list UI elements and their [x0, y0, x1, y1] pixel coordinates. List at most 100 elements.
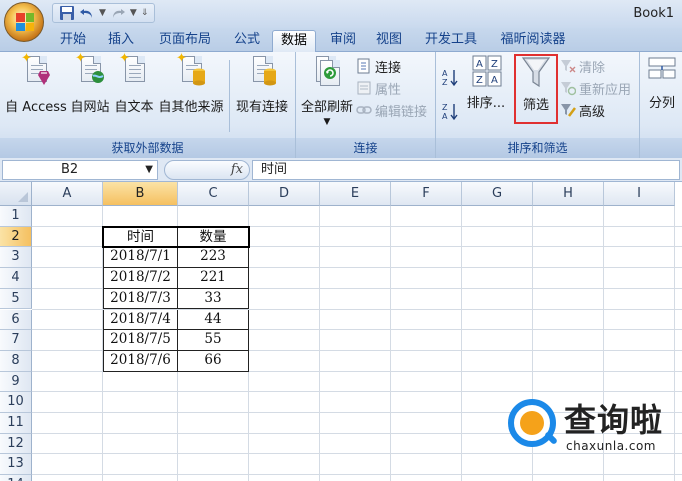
redo-dropdown-icon[interactable]: ▼ [130, 8, 137, 18]
table-cell[interactable]: 2018/7/3 [103, 288, 178, 310]
sort-button[interactable]: AZZA 排序... [462, 54, 510, 111]
table-cell[interactable]: 66 [178, 350, 249, 372]
formula-bar: B2 ▼ fx 时间 [0, 158, 682, 182]
ribbon-tabs: 开始 插入 页面布局 公式 数据 审阅 视图 开发工具 福昕阅读器 [0, 28, 682, 52]
column-header-a[interactable]: A [32, 182, 103, 206]
table-cell[interactable]: 44 [178, 309, 249, 331]
name-box[interactable]: B2 ▼ [2, 160, 158, 180]
tab-review[interactable]: 审阅 [322, 30, 364, 52]
table-header-cell[interactable]: 数量 [178, 226, 249, 248]
row-header-2[interactable]: 2 [0, 226, 32, 248]
row-header-13[interactable]: 13 [0, 454, 32, 476]
row-header-11[interactable]: 11 [0, 413, 32, 434]
save-icon[interactable] [59, 5, 75, 21]
tab-developer[interactable]: 开发工具 [416, 30, 486, 52]
select-all-button[interactable] [0, 182, 32, 206]
column-header-g[interactable]: G [462, 182, 533, 206]
column-header-f[interactable]: F [391, 182, 462, 206]
svg-text:Z: Z [491, 59, 498, 70]
row-header-10[interactable]: 10 [0, 392, 32, 413]
edit-links-button[interactable]: 编辑链接 [356, 100, 427, 120]
reapply-icon [560, 80, 577, 96]
svg-text:A: A [442, 112, 448, 121]
text-to-columns-icon [647, 54, 677, 88]
column-header-b[interactable]: B [103, 182, 178, 206]
office-button[interactable] [4, 2, 44, 42]
table-cell[interactable]: 221 [178, 268, 249, 289]
table-cell[interactable]: 2018/7/2 [103, 268, 178, 289]
row-header-14[interactable]: 14 [0, 475, 32, 481]
svg-text:A: A [442, 69, 448, 78]
column-header-d[interactable]: D [249, 182, 320, 206]
table-cell[interactable]: 2018/7/6 [103, 350, 178, 372]
sort-ascending-button[interactable]: AZ [442, 66, 458, 87]
chaxunla-logo-icon [508, 399, 556, 447]
row-header-7[interactable]: 7 [0, 330, 32, 351]
name-box-dropdown-icon[interactable]: ▼ [145, 161, 153, 179]
row-header-8[interactable]: 8 [0, 350, 32, 372]
chain-link-icon [356, 102, 372, 118]
tab-insert[interactable]: 插入 [100, 30, 142, 52]
from-text-button[interactable]: ✦ 自文本 [112, 52, 156, 115]
row-header-5[interactable]: 5 [0, 288, 32, 310]
tab-formulas[interactable]: 公式 [226, 30, 268, 52]
ribbon: ✦ 自 Access ✦ 自网站 ✦ 自文本 ✦ 自其他来源 现有连接 获取外部… [0, 52, 682, 158]
reapply-button[interactable]: 重新应用 [560, 78, 631, 98]
column-header-i[interactable]: I [604, 182, 675, 206]
undo-icon[interactable] [79, 5, 95, 21]
grid-row-line [32, 474, 682, 476]
refresh-all-button[interactable]: 全部刷新 ▼ [298, 54, 356, 127]
formula-input[interactable]: 时间 [252, 160, 680, 180]
column-header-c[interactable]: C [178, 182, 249, 206]
table-cell[interactable]: 55 [178, 330, 249, 351]
filter-funnel-icon [521, 56, 551, 90]
from-web-button[interactable]: ✦ 自网站 [68, 52, 112, 115]
table-cell[interactable]: 2018/7/5 [103, 330, 178, 351]
customize-qat-icon[interactable]: ⇓ [141, 8, 149, 18]
existing-connections-button[interactable]: 现有连接 [232, 54, 292, 115]
redo-icon[interactable] [110, 5, 126, 21]
group-get-external-data: ✦ 自 Access ✦ 自网站 ✦ 自文本 ✦ 自其他来源 现有连接 获取外部… [0, 52, 296, 158]
from-access-button[interactable]: ✦ 自 Access [4, 52, 68, 115]
from-other-sources-button[interactable]: ✦ 自其他来源 [156, 52, 226, 115]
row-header-6[interactable]: 6 [0, 309, 32, 331]
svg-text:Z: Z [442, 103, 448, 112]
table-cell[interactable]: 2018/7/4 [103, 309, 178, 331]
tab-page-layout[interactable]: 页面布局 [150, 30, 220, 52]
connections-button[interactable]: 连接 [356, 56, 401, 76]
table-cell[interactable]: 223 [178, 247, 249, 269]
tab-foxit-reader[interactable]: 福昕阅读器 [492, 30, 574, 52]
row-header-1[interactable]: 1 [0, 206, 32, 227]
table-cell[interactable]: 33 [178, 288, 249, 310]
tab-data[interactable]: 数据 [272, 30, 316, 52]
column-header-e[interactable]: E [320, 182, 391, 206]
sort-z-a-icon: ZA [442, 102, 458, 121]
table-header-cell[interactable]: 时间 [103, 226, 178, 248]
table-cell[interactable]: 2018/7/1 [103, 247, 178, 269]
group-label-connections: 连接 [296, 138, 435, 158]
insert-function-button[interactable]: fx [231, 162, 243, 177]
row-header-9[interactable]: 9 [0, 371, 32, 393]
sort-descending-button[interactable]: ZA [442, 100, 458, 121]
group-label-data-tools [640, 138, 682, 158]
tab-home[interactable]: 开始 [52, 30, 94, 52]
watermark-url: chaxunla.com [566, 439, 656, 453]
row-header-12[interactable]: 12 [0, 433, 32, 455]
sort-a-z-icon: AZ [442, 68, 458, 87]
row-header-3[interactable]: 3 [0, 247, 32, 269]
other-sources-icon: ✦ [176, 52, 206, 88]
text-to-columns-button[interactable]: 分列 [644, 54, 680, 111]
row-header-4[interactable]: 4 [0, 268, 32, 289]
svg-text:Z: Z [476, 75, 483, 86]
quick-access-toolbar: ▼ ▼ ⇓ [52, 3, 156, 23]
advanced-filter-button[interactable]: 高级 [560, 100, 605, 120]
filter-button[interactable]: 筛选 [514, 54, 558, 124]
properties-button[interactable]: 属性 [356, 78, 401, 98]
clear-filter-button[interactable]: 清除 [560, 56, 605, 76]
watermark: 查询啦 chaxunla.com [508, 395, 678, 465]
properties-icon [356, 80, 372, 96]
tab-view[interactable]: 视图 [368, 30, 410, 52]
column-header-h[interactable]: H [533, 182, 604, 206]
refresh-dropdown-icon[interactable]: ▼ [298, 117, 356, 127]
undo-dropdown-icon[interactable]: ▼ [99, 8, 106, 18]
